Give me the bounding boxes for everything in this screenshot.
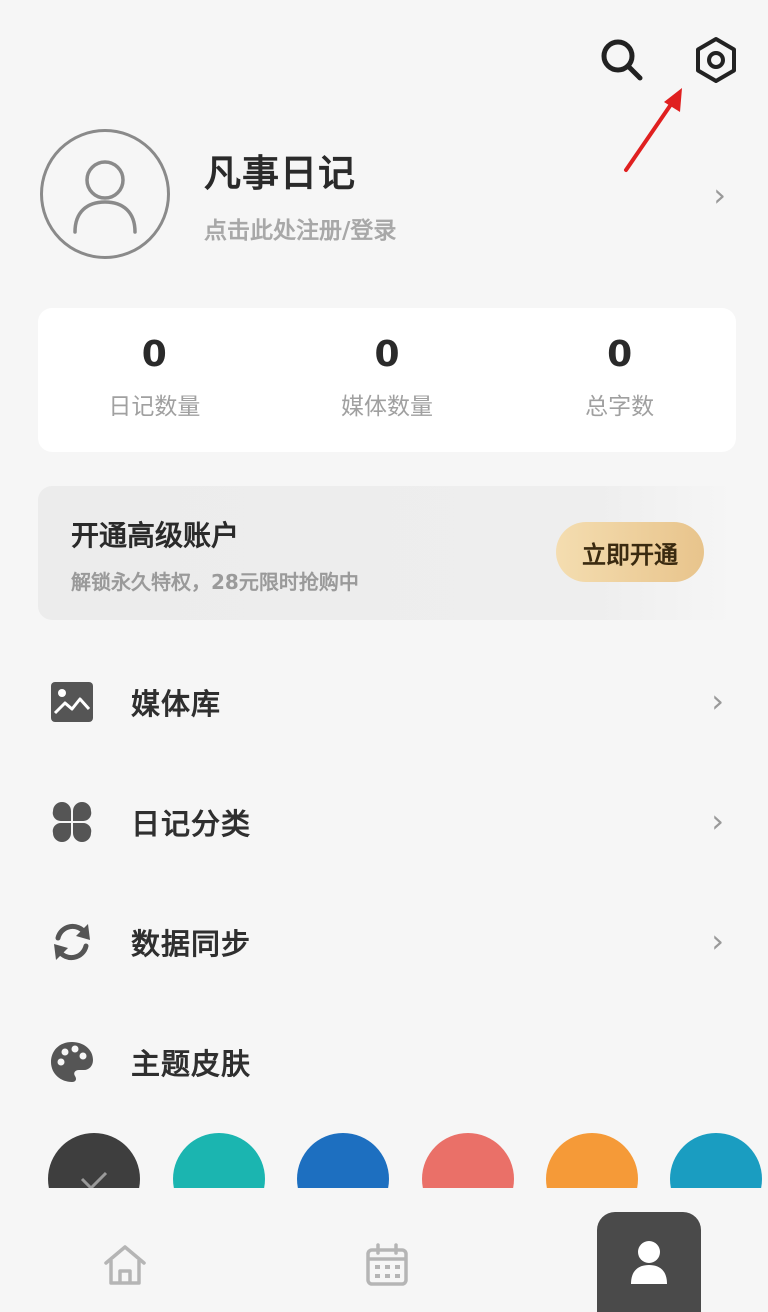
- stat-value: 0: [141, 334, 167, 375]
- chevron-right-icon: ›: [711, 682, 724, 720]
- menu-label: 数据同步: [131, 927, 252, 961]
- search-icon[interactable]: [598, 36, 646, 84]
- login-hint[interactable]: 点击此处注册/登录: [204, 211, 730, 245]
- menu-item-data-sync[interactable]: 数据同步 ›: [50, 912, 740, 972]
- theme-swatch-cyan[interactable]: [670, 1133, 762, 1188]
- settings-hexagon-icon[interactable]: [692, 36, 740, 84]
- app-title: 凡事日记: [204, 152, 356, 195]
- stat-value: 0: [374, 334, 400, 375]
- menu-label: 日记分类: [131, 807, 252, 841]
- bottom-navigation: [0, 1188, 768, 1312]
- stats-card: 0 日记数量 0 媒体数量 0 总字数: [38, 308, 736, 452]
- profile-header[interactable]: 凡事日记 点击此处注册/登录 ›: [40, 128, 730, 260]
- home-icon[interactable]: [98, 1238, 152, 1292]
- menu-label: 媒体库: [131, 687, 222, 721]
- image-icon: [50, 680, 94, 724]
- chevron-right-icon: ›: [713, 176, 726, 214]
- chevron-right-icon: ›: [711, 802, 724, 840]
- user-outline-icon: [73, 160, 137, 234]
- avatar[interactable]: [40, 129, 170, 259]
- stat-diary-count[interactable]: 0 日记数量: [38, 308, 271, 452]
- calendar-icon[interactable]: [360, 1238, 414, 1292]
- stat-label: 日记数量: [108, 394, 201, 420]
- menu-item-theme-skin[interactable]: 主题皮肤: [50, 1032, 740, 1092]
- stat-word-count[interactable]: 0 总字数: [503, 308, 736, 452]
- checkmark-icon: [80, 1171, 108, 1188]
- profile-icon: [631, 1241, 667, 1284]
- menu-label: 主题皮肤: [131, 1047, 252, 1081]
- premium-subtitle: 解锁永久特权，28元限时抢购中: [71, 570, 359, 594]
- sync-icon: [50, 920, 94, 964]
- theme-swatch-blue[interactable]: [297, 1133, 389, 1188]
- theme-swatch-row: [0, 1130, 768, 1188]
- stat-label: 总字数: [585, 394, 655, 420]
- stat-value: 0: [607, 334, 633, 375]
- theme-swatch-coral[interactable]: [422, 1133, 514, 1188]
- chevron-right-icon: ›: [711, 922, 724, 960]
- premium-title: 开通高级账户: [71, 519, 240, 552]
- profile-tab[interactable]: [597, 1212, 701, 1312]
- grid-icon: [50, 800, 94, 844]
- menu-item-diary-categories[interactable]: 日记分类 ›: [50, 792, 740, 852]
- menu-item-media-library[interactable]: 媒体库 ›: [50, 672, 740, 732]
- stat-media-count[interactable]: 0 媒体数量: [271, 308, 504, 452]
- premium-banner[interactable]: 开通高级账户 解锁永久特权，28元限时抢购中 立即开通: [38, 486, 736, 620]
- theme-swatch-orange[interactable]: [546, 1133, 638, 1188]
- activate-premium-button[interactable]: 立即开通: [556, 522, 704, 582]
- stat-label: 媒体数量: [341, 394, 433, 420]
- palette-icon: [50, 1040, 94, 1084]
- profile-text: 凡事日记 点击此处注册/登录: [204, 143, 730, 245]
- theme-swatch-teal[interactable]: [173, 1133, 265, 1188]
- theme-swatch-dark[interactable]: [48, 1133, 140, 1188]
- top-toolbar: [598, 36, 740, 84]
